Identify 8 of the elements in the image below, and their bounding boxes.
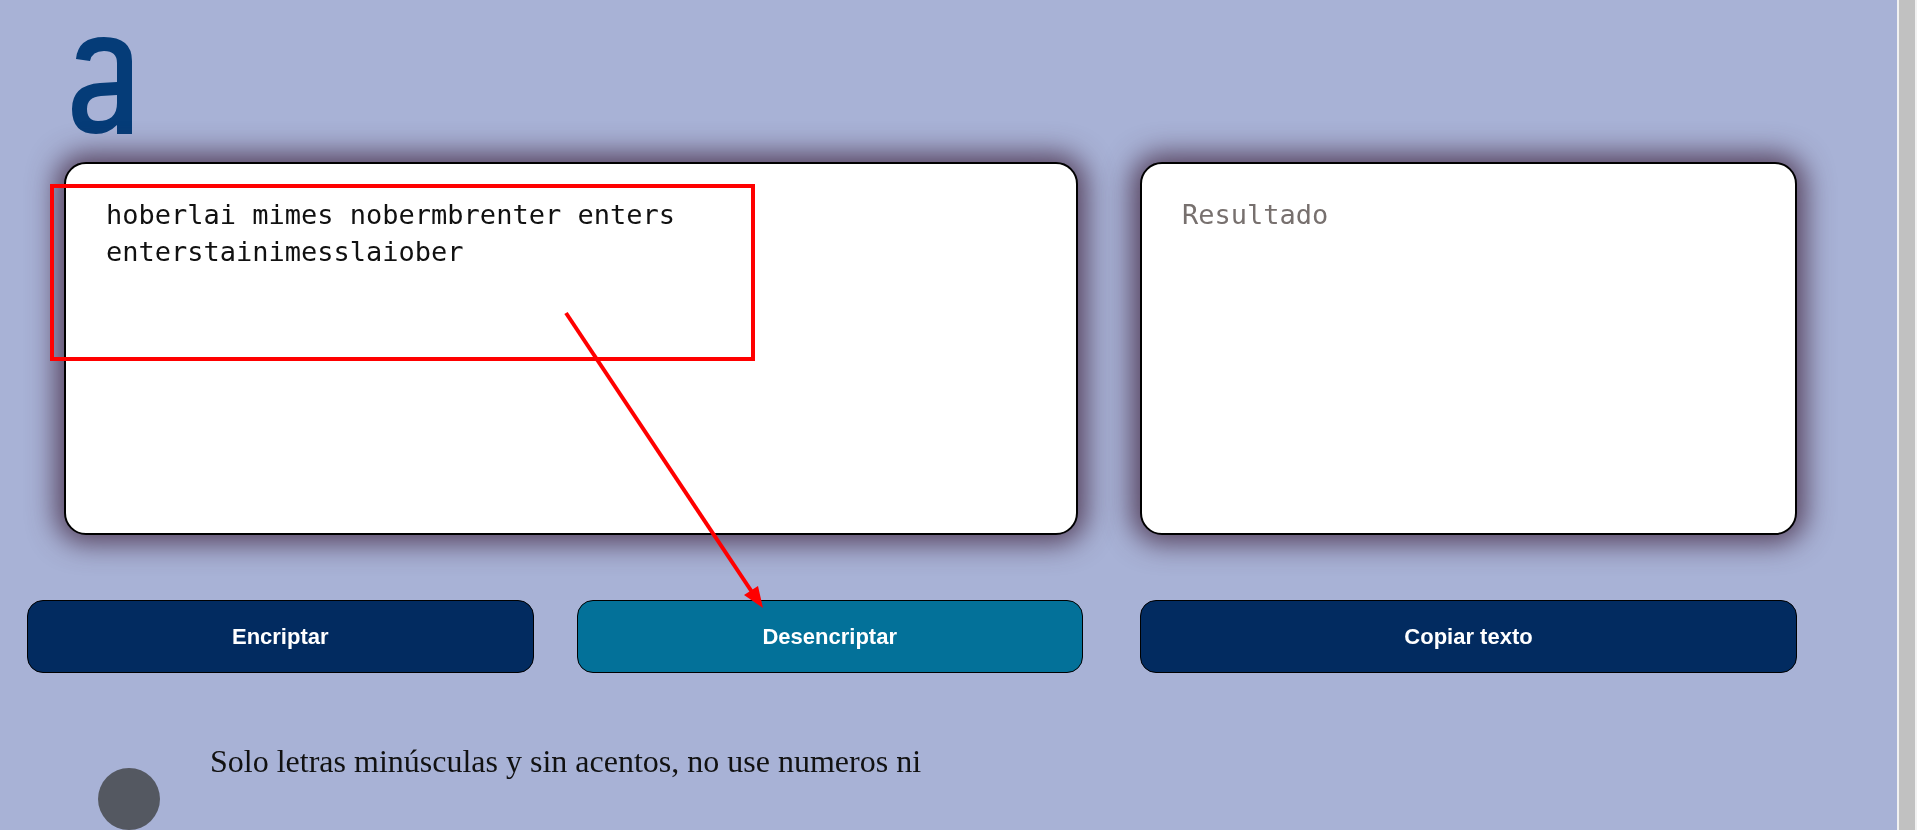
encrypt-button[interactable]: Encriptar	[27, 600, 534, 673]
message-input[interactable]: hoberlai mimes nobermbrenter enters enterstainimesslaiober	[64, 162, 1078, 535]
notice-text: Solo letras minúsculas y sin acentos, no use numeros ni	[210, 743, 921, 780]
decrypt-button[interactable]: Desencriptar	[576, 600, 1083, 673]
scrollbar[interactable]	[1897, 0, 1917, 830]
result-output[interactable]: Resultado	[1140, 162, 1797, 535]
copy-button[interactable]: Copiar texto	[1140, 600, 1797, 673]
info-icon	[98, 768, 160, 830]
